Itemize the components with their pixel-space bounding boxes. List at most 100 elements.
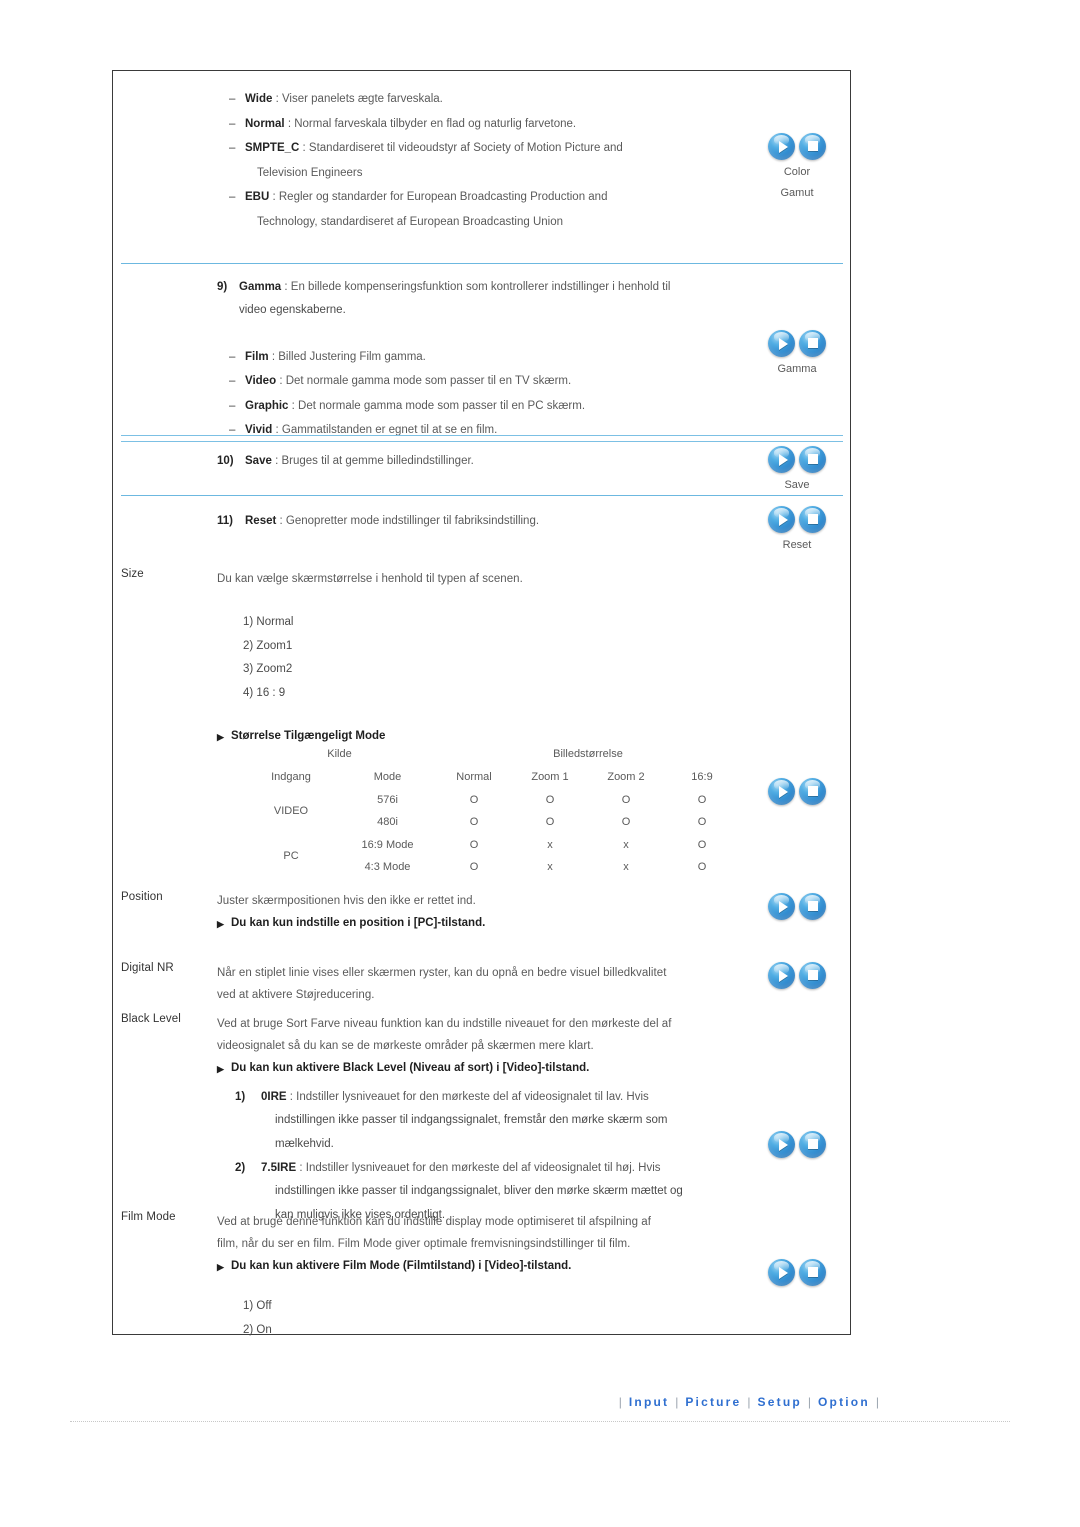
nav-link-picture[interactable]: Picture bbox=[685, 1395, 741, 1409]
play-icon[interactable] bbox=[768, 133, 795, 160]
triangle-bullet-icon: ▶ bbox=[217, 919, 224, 929]
cell-value: O bbox=[697, 793, 707, 806]
play-icon[interactable] bbox=[768, 962, 795, 989]
play-icon[interactable] bbox=[768, 330, 795, 357]
play-icon[interactable] bbox=[768, 1131, 795, 1158]
item-number: 1) bbox=[235, 1091, 246, 1103]
term-label: Graphic bbox=[245, 399, 289, 412]
dash-bullet: – bbox=[229, 399, 236, 412]
play-icon[interactable] bbox=[768, 446, 795, 473]
stop-icon[interactable] bbox=[799, 893, 826, 920]
stop-icon[interactable] bbox=[799, 133, 826, 160]
black-level-body: Ved at bruge Sort Farve niveau funktion … bbox=[217, 1013, 757, 1227]
cell-value: O bbox=[545, 793, 555, 806]
row-label-digital-nr: Digital NR bbox=[121, 962, 174, 974]
play-icon[interactable] bbox=[768, 1259, 795, 1286]
size-intro: Du kan vælge skærmstørrelse i henhold ti… bbox=[217, 573, 523, 585]
list-item: – Normal : Normal farveskala tilbyder en… bbox=[217, 112, 737, 137]
row-label-size: Size bbox=[121, 568, 144, 580]
reset-body: 11) Reset : Genopretter mode indstilling… bbox=[217, 509, 737, 533]
row-label-film-mode: Film Mode bbox=[121, 1211, 176, 1223]
item-line2: indstillingen ikke passer til indgangssi… bbox=[275, 1185, 683, 1197]
film-mode-note: ▶ Du kan kun aktivere Film Mode (Filmtil… bbox=[217, 1255, 757, 1277]
digital-nr-desc-line1: Når en stiplet linie vises eller skærmen… bbox=[217, 967, 667, 979]
icon-group bbox=[751, 330, 843, 357]
table-header-row: Indgang Mode Normal Zoom 1 Zoom 2 16:9 bbox=[243, 766, 740, 789]
nav-link-option[interactable]: Option bbox=[818, 1395, 870, 1409]
icon-caption-line2: Gamut bbox=[780, 187, 814, 199]
size-option: 3) Zoom2 bbox=[243, 663, 293, 675]
cell-value: O bbox=[621, 816, 631, 828]
item-line3: mælkehvid. bbox=[275, 1137, 334, 1150]
icon-pair-black-level bbox=[751, 1131, 843, 1158]
triangle-bullet-icon: ▶ bbox=[217, 1262, 224, 1272]
position-desc: Juster skærmpositionen hvis den ikke er … bbox=[217, 895, 476, 907]
cell-mode: 480i bbox=[377, 816, 398, 828]
dash-bullet: – bbox=[229, 375, 236, 387]
list-item-continued: Technology, standardiseret af European B… bbox=[217, 210, 737, 235]
play-icon[interactable] bbox=[768, 893, 795, 920]
cell-value: O bbox=[469, 816, 479, 828]
icon-group bbox=[751, 893, 843, 920]
black-level-item: 2) 7.5IRE : Indstiller lysniveauet for d… bbox=[217, 1156, 757, 1180]
icon-caption: Reset bbox=[782, 539, 812, 551]
term-label: Wide bbox=[245, 93, 273, 105]
cell-value: O bbox=[621, 793, 631, 806]
play-icon[interactable] bbox=[768, 506, 795, 533]
icon-caption: Gamma bbox=[777, 363, 817, 375]
divider-after-gamma bbox=[121, 435, 843, 442]
term-label: Video bbox=[245, 375, 277, 387]
cell-value: x bbox=[623, 838, 629, 851]
reset-desc: : Genopretter mode indstillinger til fab… bbox=[279, 515, 540, 527]
col-header-zoom2: Zoom 2 bbox=[607, 771, 645, 783]
icon-group bbox=[751, 506, 843, 533]
term-desc: : Regler og standarder for European Broa… bbox=[272, 191, 608, 203]
stop-icon[interactable] bbox=[799, 446, 826, 473]
film-mode-note-text: Du kan kun aktivere Film Mode (Filmtilst… bbox=[231, 1260, 572, 1272]
row-label-position: Position bbox=[121, 891, 163, 903]
nav-separator: | bbox=[747, 1395, 752, 1409]
save-heading: 10) Save : Bruges til at gemme billedind… bbox=[217, 449, 737, 473]
gamma-body: 9) Gamma : En billede kompenseringsfunkt… bbox=[217, 275, 737, 443]
term-desc: : Viser panelets ægte farveskala. bbox=[275, 93, 443, 105]
gamma-desc-line2: video egenskaberne. bbox=[239, 304, 346, 316]
reset-heading: 11) Reset : Genopretter mode indstilling… bbox=[217, 509, 737, 533]
stop-icon[interactable] bbox=[799, 506, 826, 533]
stop-icon[interactable] bbox=[799, 1259, 826, 1286]
nav-separator: | bbox=[675, 1395, 680, 1409]
dash-bullet: – bbox=[229, 117, 236, 130]
stop-icon[interactable] bbox=[799, 962, 826, 989]
black-level-note-text: Du kan kun aktivere Black Level (Niveau … bbox=[231, 1062, 590, 1074]
table-group-header-row: Kilde Billedstørrelse bbox=[243, 743, 740, 766]
cell-mode: 4:3 Mode bbox=[364, 861, 411, 873]
nav-link-input[interactable]: Input bbox=[629, 1395, 669, 1409]
gamma-number: 9) bbox=[217, 281, 228, 293]
stop-icon[interactable] bbox=[799, 330, 826, 357]
size-option: 2) Zoom1 bbox=[243, 639, 293, 652]
item-line1: : Indstiller lysniveauet for den mørkest… bbox=[299, 1162, 661, 1174]
divider-after-color-gamut bbox=[121, 263, 843, 264]
list-item: – Graphic : Det normale gamma mode som p… bbox=[217, 394, 737, 419]
cell-value: O bbox=[697, 861, 707, 873]
list-item: – Film : Billed Justering Film gamma. bbox=[217, 345, 737, 370]
list-item: – SMPTE_C : Standardiseret til videoudst… bbox=[217, 136, 737, 161]
cell-value: O bbox=[469, 838, 479, 851]
term-label: Film bbox=[245, 350, 269, 363]
cell-value: x bbox=[547, 838, 553, 851]
position-note: ▶ Du kan kun indstille en position i [PC… bbox=[217, 912, 737, 934]
icon-group bbox=[751, 1131, 843, 1158]
cell-value: O bbox=[545, 816, 555, 828]
gamma-heading: 9) Gamma : En billede kompenseringsfunkt… bbox=[217, 275, 737, 299]
save-body: 10) Save : Bruges til at gemme billedind… bbox=[217, 449, 737, 473]
size-option: 4) 16 : 9 bbox=[243, 686, 286, 699]
play-icon[interactable] bbox=[768, 778, 795, 805]
stop-icon[interactable] bbox=[799, 778, 826, 805]
film-mode-body: Ved at bruge denne funktion kan du indst… bbox=[217, 1211, 757, 1342]
stop-icon[interactable] bbox=[799, 1131, 826, 1158]
term-desc: : Billed Justering Film gamma. bbox=[271, 350, 426, 363]
nav-link-setup[interactable]: Setup bbox=[758, 1395, 802, 1409]
icon-pair-gamma: Gamma bbox=[751, 330, 843, 378]
cell-mode: 16:9 Mode bbox=[361, 838, 414, 851]
